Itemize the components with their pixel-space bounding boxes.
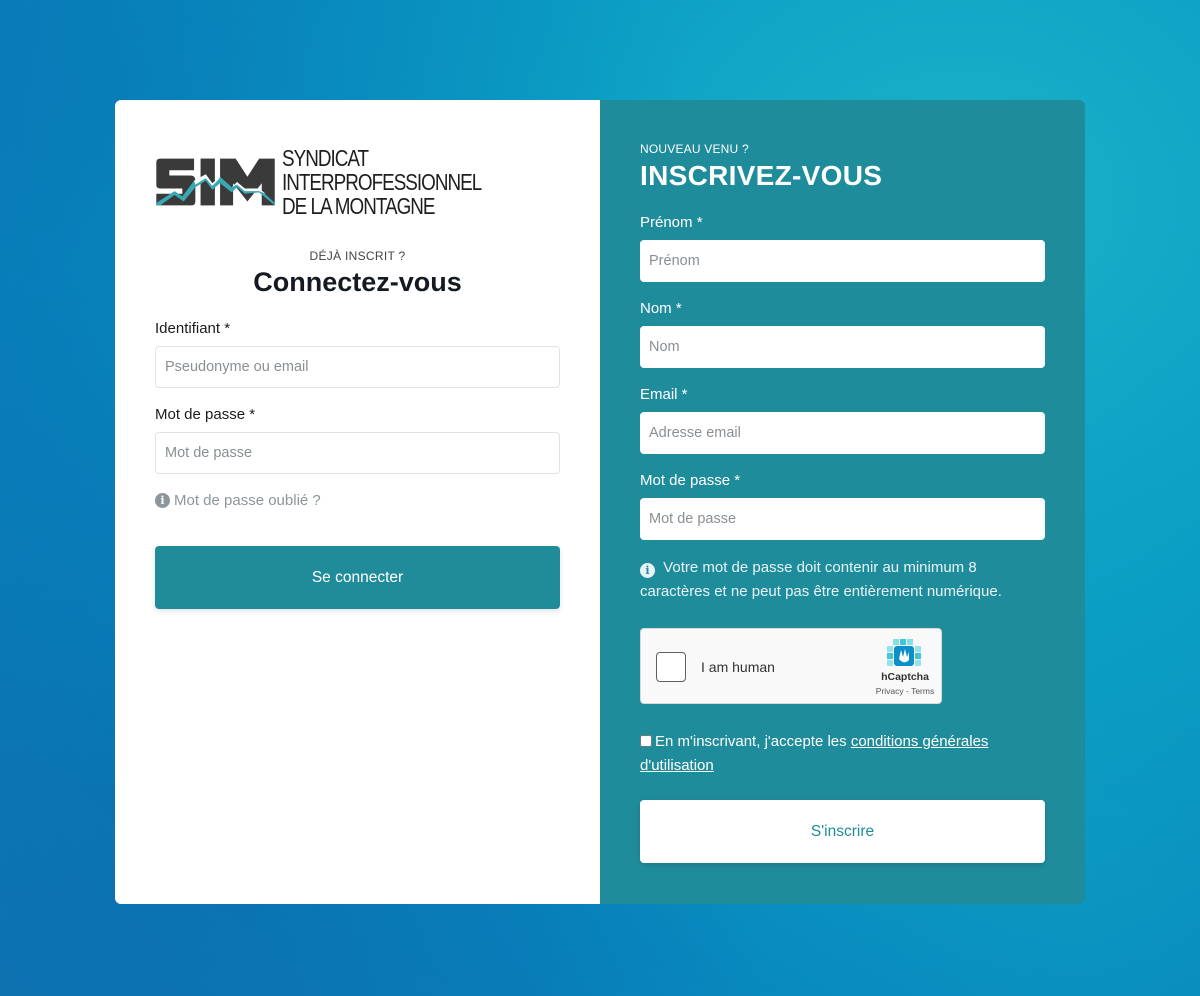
terms-checkbox[interactable]	[640, 735, 652, 747]
password-hint-text: Votre mot de passe doit contenir au mini…	[640, 559, 1002, 600]
signup-eyebrow: NOUVEAU VENU ?	[640, 142, 749, 156]
logo-line-2: INTERPROFESSIONNEL	[282, 169, 482, 195]
firstname-input[interactable]	[640, 240, 1045, 282]
identifier-label: Identifiant *	[155, 320, 231, 337]
terms-row: En m'inscrivant, j'accepte les condition…	[640, 730, 1045, 778]
captcha-label: I am human	[701, 659, 775, 675]
signup-title: INSCRIVEZ-VOUS	[640, 160, 883, 191]
login-panel: SYNDICAT INTERPROFESSIONNEL DE LA MONTAG…	[115, 100, 600, 904]
email-label: Email *	[640, 386, 688, 403]
firstname-label: Prénom *	[640, 214, 703, 231]
signup-password-input[interactable]	[640, 498, 1045, 540]
sim-logo-mark	[156, 158, 275, 206]
sim-logo-wordmark: SYNDICAT INTERPROFESSIONNEL DE LA MONTAG…	[282, 145, 482, 219]
login-title: Connectez-vous	[253, 267, 462, 297]
login-button[interactable]: Se connecter	[155, 546, 560, 609]
login-password-input[interactable]	[155, 432, 560, 474]
forgot-password-label: Mot de passe oublié ?	[174, 492, 321, 509]
info-icon: i	[155, 493, 170, 508]
sim-logo: SYNDICAT INTERPROFESSIONNEL DE LA MONTAG…	[155, 144, 525, 220]
email-input[interactable]	[640, 412, 1045, 454]
login-eyebrow: DÉJÀ INSCRIT ?	[309, 249, 406, 263]
signup-button[interactable]: S'inscrire	[640, 800, 1045, 863]
forgot-password-link[interactable]: i Mot de passe oublié ?	[155, 492, 321, 509]
captcha-brand: hCaptcha	[881, 671, 929, 683]
lastname-input[interactable]	[640, 326, 1045, 368]
logo-line-1: SYNDICAT	[282, 145, 369, 171]
terms-text: En m'inscrivant, j'accepte les	[655, 733, 851, 750]
hcaptcha-widget: I am human hCaptcha Privacy - Terms	[640, 628, 942, 704]
identifier-input[interactable]	[155, 346, 560, 388]
info-icon: i	[640, 563, 655, 578]
hcaptcha-logo-icon	[887, 639, 921, 666]
password-hint: i Votre mot de passe doit contenir au mi…	[640, 556, 1045, 604]
logo-line-3: DE LA MONTAGNE	[282, 193, 435, 219]
captcha-checkbox[interactable]	[656, 652, 686, 682]
lastname-label: Nom *	[640, 300, 682, 317]
captcha-links[interactable]: Privacy - Terms	[855, 686, 955, 696]
login-password-label: Mot de passe *	[155, 406, 256, 423]
signup-password-label: Mot de passe *	[640, 472, 741, 489]
auth-card: SYNDICAT INTERPROFESSIONNEL DE LA MONTAG…	[115, 100, 1085, 904]
signup-panel: NOUVEAU VENU ? INSCRIVEZ-VOUS Prénom * N…	[600, 100, 1085, 904]
